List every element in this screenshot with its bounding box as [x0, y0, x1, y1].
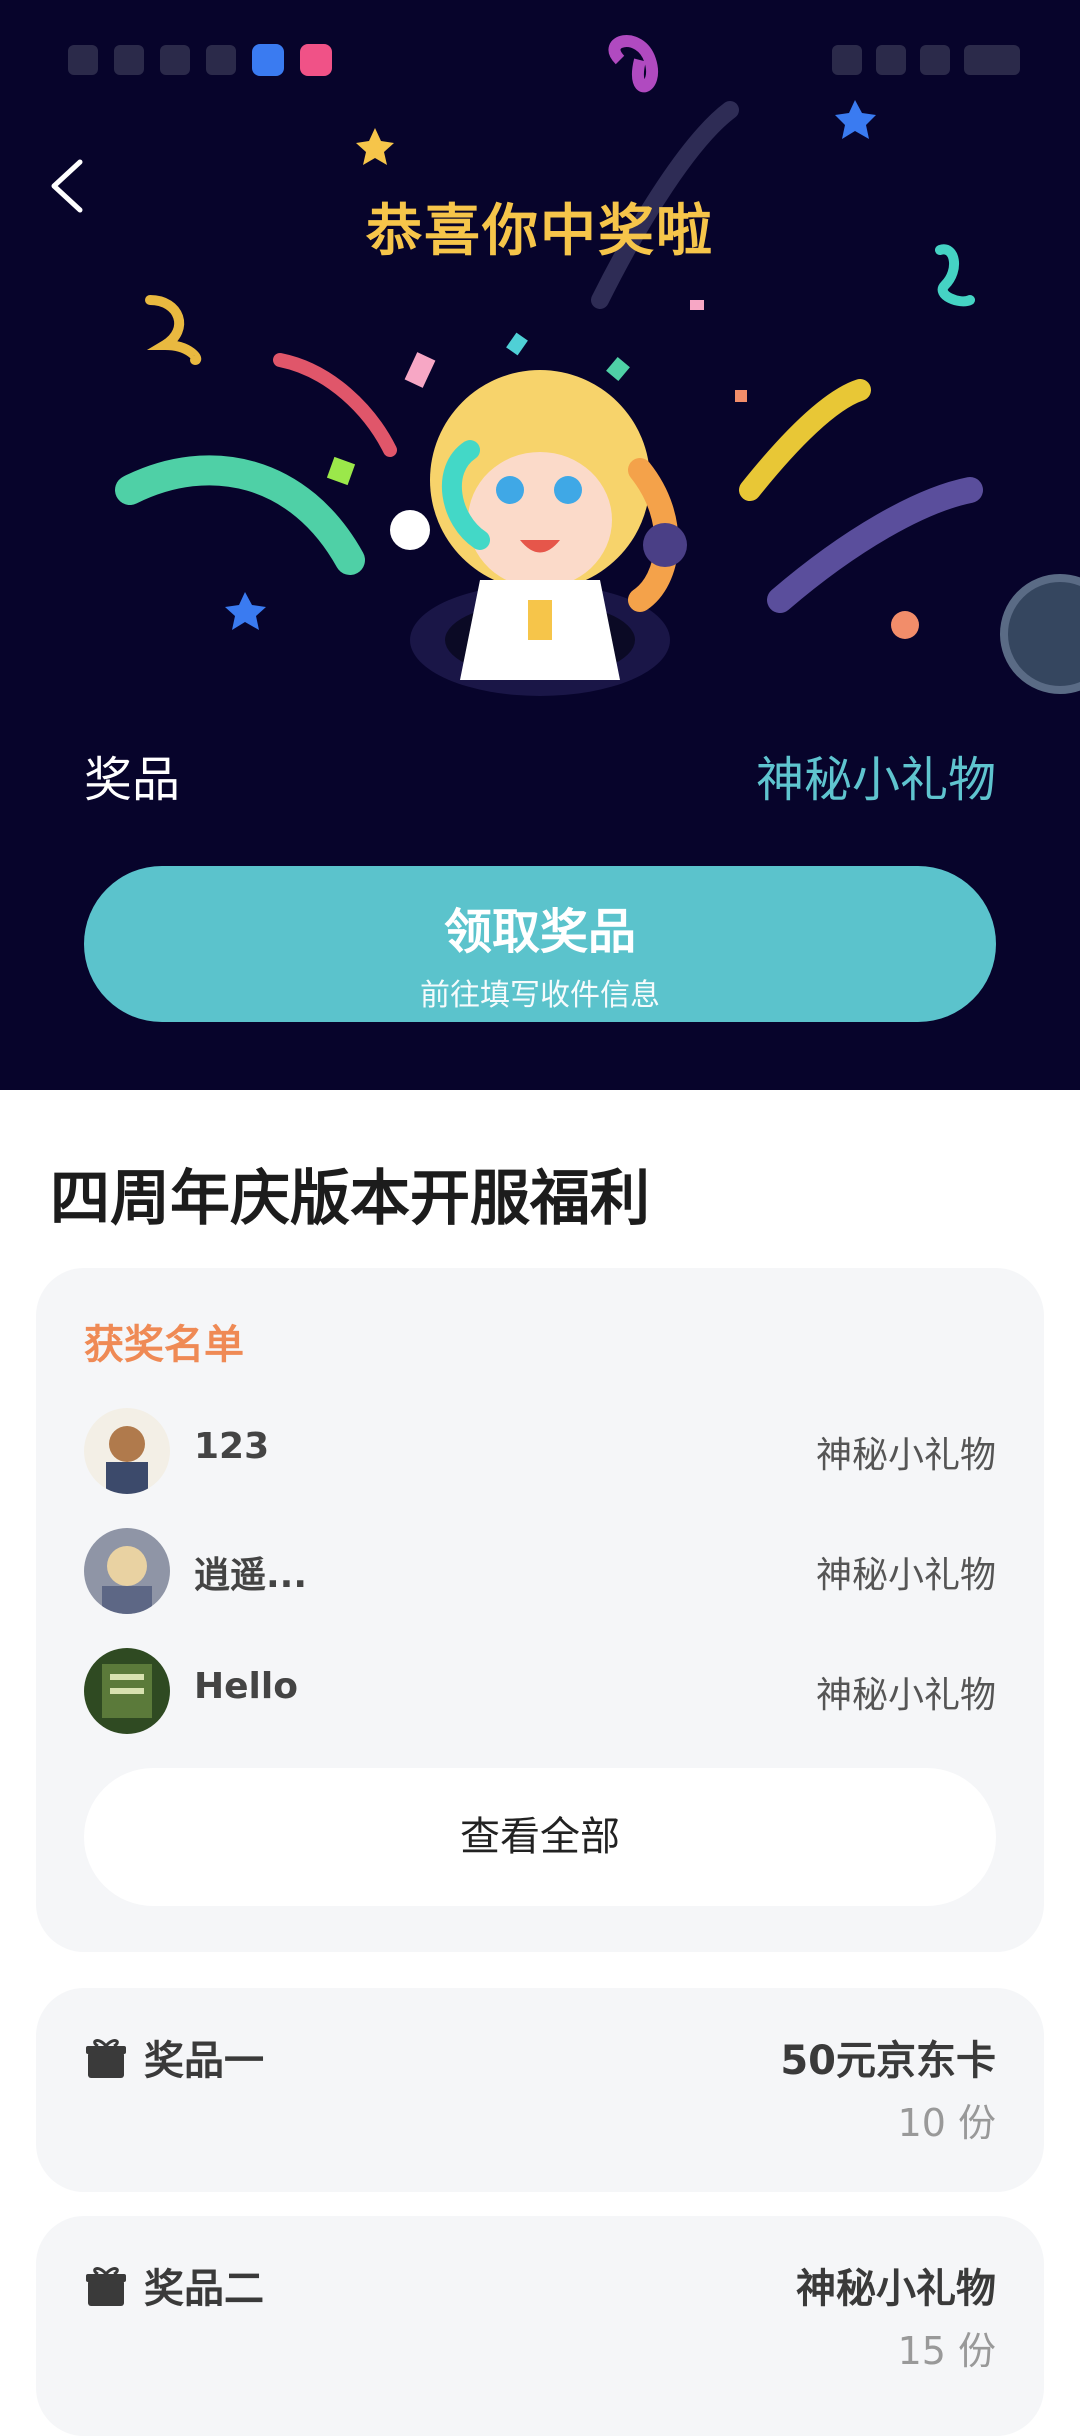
- prize-name: 奖品二: [144, 2266, 264, 2312]
- hero-section: 恭喜你中奖啦 奖品 神秘小礼物 领取奖品 前往填写收件信息: [0, 0, 1080, 1090]
- winners-card: 获奖名单 123 神秘小礼物 逍遥... 神秘小礼物 Hello 神秘小礼物 查…: [36, 1268, 1044, 1952]
- winner-name: 逍遥...: [194, 1555, 308, 1596]
- prize-description: 50元京东卡: [780, 2038, 996, 2084]
- claim-prize-button[interactable]: 领取奖品 前往填写收件信息: [84, 866, 996, 1022]
- winner-name: Hello: [194, 1666, 298, 1707]
- winner-row: Hello 神秘小礼物: [84, 1648, 996, 1736]
- avatar: [84, 1528, 170, 1614]
- gift-icon: [86, 2039, 126, 2078]
- prize-name: 奖品一: [144, 2038, 264, 2084]
- winner-row: 逍遥... 神秘小礼物: [84, 1528, 996, 1616]
- winner-prize: 神秘小礼物: [815, 1675, 996, 1716]
- avatar: [84, 1408, 170, 1494]
- prize-label: 奖品: [84, 752, 181, 808]
- prize-quantity: 10 份: [897, 2101, 996, 2145]
- winner-row: 123 神秘小礼物: [84, 1408, 996, 1496]
- claim-button-sublabel: 前往填写收件信息: [420, 978, 660, 1013]
- event-title: 四周年庆版本开服福利: [50, 1164, 650, 1234]
- view-all-button[interactable]: 查看全部: [84, 1768, 996, 1906]
- gift-icon: [86, 2267, 126, 2306]
- prize-value: 神秘小礼物: [755, 752, 996, 808]
- prize-card: 奖品一 50元京东卡 10 份: [36, 1988, 1044, 2192]
- congrats-title: 恭喜你中奖啦: [366, 199, 714, 264]
- winner-prize: 神秘小礼物: [815, 1435, 996, 1476]
- winner-prize: 神秘小礼物: [815, 1555, 996, 1596]
- celebration-illustration: [115, 35, 983, 696]
- winners-heading: 获奖名单: [84, 1322, 244, 1368]
- prize-quantity: 15 份: [897, 2329, 996, 2373]
- avatar: [84, 1648, 170, 1734]
- prize-card: 奖品二 神秘小礼物 15 份: [36, 2216, 1044, 2436]
- winner-name: 123: [194, 1426, 270, 1467]
- claim-button-label: 领取奖品: [443, 904, 636, 960]
- prize-description: 神秘小礼物: [796, 2266, 996, 2312]
